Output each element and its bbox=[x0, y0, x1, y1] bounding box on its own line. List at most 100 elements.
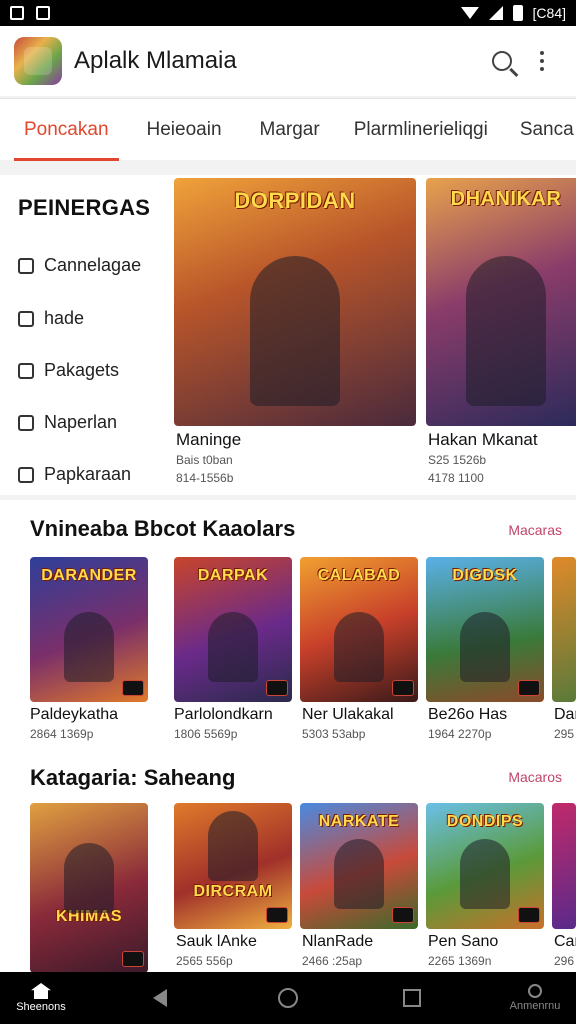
card-art-title: CALABAD bbox=[317, 567, 401, 584]
card-title: Ner Ulakakal bbox=[302, 706, 394, 723]
age-rating-badge bbox=[518, 907, 540, 923]
bottom-nav-bar: Sheenons Anmenrnu bbox=[0, 972, 576, 1024]
game-card[interactable] bbox=[552, 557, 576, 702]
card-meta: 2466 :25ap bbox=[302, 954, 363, 968]
person-icon bbox=[528, 984, 542, 998]
recents-icon bbox=[403, 989, 421, 1007]
game-card[interactable]: DONDIPS bbox=[426, 803, 544, 929]
age-rating-badge bbox=[122, 680, 144, 696]
sidebar-item-label: Pakagets bbox=[44, 360, 120, 380]
wifi-icon bbox=[460, 7, 479, 19]
card-meta: 1806 5569p bbox=[174, 727, 238, 741]
home-icon bbox=[31, 983, 51, 999]
search-icon bbox=[492, 51, 512, 71]
card-meta: 2265 1369n bbox=[428, 954, 492, 968]
hero-figure bbox=[64, 612, 114, 682]
featured-card-meta: Bais t0ban 814-1556b bbox=[176, 451, 233, 487]
hero-figure bbox=[208, 811, 258, 881]
section-featured-games: Vnineaba Bbcot Kaaolars Macaras DARANDER… bbox=[0, 500, 576, 755]
status-bar: [C84] bbox=[0, 0, 576, 26]
game-card[interactable]: DARANDER bbox=[30, 557, 148, 702]
game-card[interactable]: DARPAK bbox=[174, 557, 292, 702]
see-more-link[interactable]: Macaras bbox=[508, 522, 562, 538]
card-title: Sauk lAnke bbox=[176, 933, 257, 950]
app-bar: Aplalk Mlamaia bbox=[0, 26, 576, 96]
hero-figure bbox=[466, 256, 546, 406]
featured-card-meta-line: Bais t0ban bbox=[176, 453, 233, 467]
nav-profile[interactable]: Anmenrnu bbox=[494, 972, 576, 1024]
search-button[interactable] bbox=[482, 41, 522, 81]
nav-profile-label: Anmenrnu bbox=[509, 1000, 561, 1012]
tab-plarmlinerieliqgi[interactable]: Plarmlinerieliqgi bbox=[342, 99, 500, 161]
sidebar-item-papkaraan[interactable]: Papkaraan bbox=[18, 464, 131, 485]
tab-bar: Poncakan Heieoain Margar Plarmlinerieliq… bbox=[0, 98, 576, 161]
card-art-title: DONDIPS bbox=[446, 813, 524, 830]
card-title: Paldeykatha bbox=[30, 706, 119, 723]
card-title: NlanRade bbox=[302, 933, 374, 950]
card-meta: 1964 2270p bbox=[428, 727, 492, 741]
sidebar-item-label: Cannelagae bbox=[44, 255, 142, 275]
category-sidebar: PEINERGAS Cannelagae hade Pakagets Naper… bbox=[0, 175, 168, 495]
age-rating-badge bbox=[266, 680, 288, 696]
card-art-title: DARANDER bbox=[41, 567, 137, 584]
section-title: Vnineaba Bbcot Kaaolars bbox=[30, 516, 296, 541]
featured-card-title: Hakan Mkanat bbox=[428, 430, 538, 449]
hero-figure bbox=[460, 839, 510, 909]
card-meta: 5303 53abp bbox=[302, 727, 366, 741]
sidebar-item-cannelagae[interactable]: Cannelagae bbox=[18, 255, 141, 276]
square-icon bbox=[18, 310, 34, 327]
age-rating-badge bbox=[518, 680, 540, 696]
status-clock: [C84] bbox=[532, 5, 566, 21]
sidebar-item-label: Naperlan bbox=[44, 412, 118, 432]
card-art-title: NARKATE bbox=[318, 813, 400, 830]
age-rating-badge bbox=[392, 680, 414, 696]
app-logo[interactable] bbox=[14, 37, 62, 85]
tab-poncakan[interactable]: Poncakan bbox=[12, 99, 121, 161]
sidebar-item-naperlan[interactable]: Naperlan bbox=[18, 412, 117, 433]
card-meta: 296 bbox=[554, 954, 575, 968]
game-card[interactable] bbox=[552, 803, 576, 929]
game-card[interactable]: CALABAD bbox=[300, 557, 418, 702]
hero-figure bbox=[208, 612, 258, 682]
sidebar-item-label: hade bbox=[44, 308, 85, 328]
bookmark-icon bbox=[18, 414, 34, 431]
card-art-title: DARPAK bbox=[197, 567, 269, 584]
recents-button[interactable] bbox=[392, 972, 432, 1024]
nav-home[interactable]: Sheenons bbox=[0, 972, 82, 1024]
camera-icon bbox=[18, 257, 34, 274]
circle-home-icon bbox=[278, 988, 298, 1008]
image-icon bbox=[10, 6, 24, 20]
age-rating-badge bbox=[122, 951, 144, 967]
battery-icon bbox=[512, 5, 523, 21]
see-more-link[interactable]: Macaros bbox=[508, 769, 562, 785]
tab-margar[interactable]: Margar bbox=[248, 99, 332, 161]
game-card[interactable]: DIRCRAM bbox=[174, 803, 292, 929]
card-meta: 2565 556p bbox=[176, 954, 233, 968]
featured-card-meta-line: 814-1556b bbox=[176, 471, 234, 485]
sidebar-item-pakagets[interactable]: Pakagets bbox=[18, 360, 119, 381]
featured-card-meta-line: S25 1526b bbox=[428, 453, 487, 467]
game-card[interactable]: NARKATE bbox=[300, 803, 418, 929]
game-card[interactable]: KHIMAS bbox=[30, 803, 148, 973]
tab-heieoain[interactable]: Heieoain bbox=[135, 99, 234, 161]
sidebar-item-label: Papkaraan bbox=[44, 464, 132, 484]
home-button[interactable] bbox=[268, 972, 308, 1024]
card-art-title: DORPIDAN bbox=[234, 188, 356, 213]
age-rating-badge bbox=[392, 907, 414, 923]
sidebar-item-hade[interactable]: hade bbox=[18, 308, 84, 329]
featured-card-maninge[interactable]: DORPIDAN bbox=[174, 178, 416, 426]
card-title: Pen Sano bbox=[428, 933, 499, 950]
app-title: Aplalk Mlamaia bbox=[74, 47, 237, 74]
card-art-title: DIGDSK bbox=[452, 567, 518, 584]
card-title: Be26o Has bbox=[428, 706, 508, 723]
tab-sanca[interactable]: Sanca bbox=[508, 99, 576, 161]
hero-figure bbox=[64, 843, 114, 913]
more-options-button[interactable] bbox=[522, 41, 562, 81]
game-card[interactable]: DIGDSK bbox=[426, 557, 544, 702]
back-button[interactable] bbox=[140, 972, 180, 1024]
card-title: Parlolondkarn bbox=[174, 706, 273, 723]
section-title: Katagaria: Saheang bbox=[30, 765, 236, 790]
featured-card-hakan[interactable]: DHANIKAR bbox=[426, 178, 576, 426]
more-vert-icon bbox=[540, 51, 544, 71]
card-title: Dar bbox=[554, 706, 576, 723]
